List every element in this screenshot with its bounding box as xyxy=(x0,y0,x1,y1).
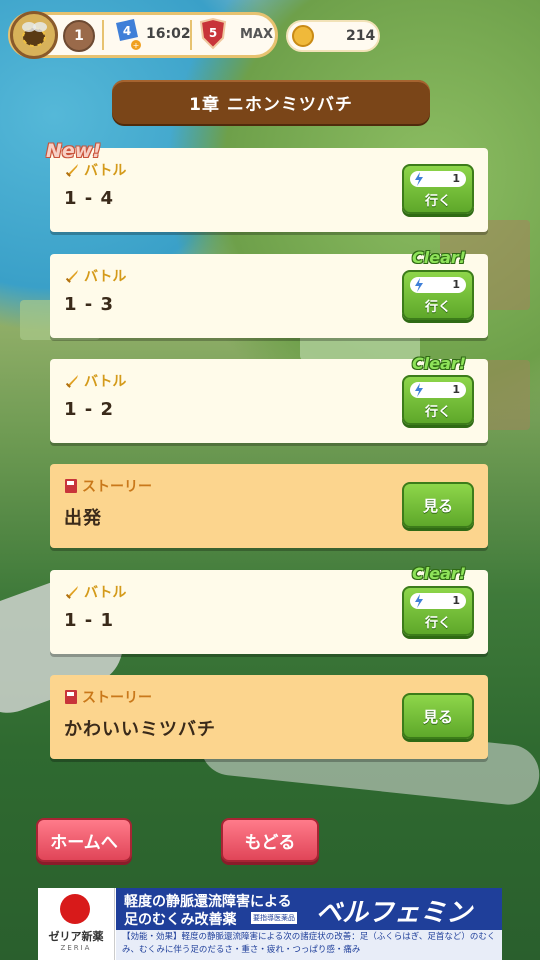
clear-badge: Clear! xyxy=(412,354,467,373)
ad-company-sub: ZERIA xyxy=(60,944,92,952)
story-card[interactable]: ストーリー 出発 見る xyxy=(50,464,488,548)
lightning-icon xyxy=(415,172,423,186)
card-title: 1 - 2 xyxy=(64,399,115,420)
go-button[interactable]: 1 行く xyxy=(402,164,474,214)
hud-divider xyxy=(190,20,192,50)
card-type-label: ストーリー xyxy=(82,690,152,706)
lightning-icon: 4 + xyxy=(116,19,141,50)
go-button[interactable]: 1 行く xyxy=(402,586,474,636)
card-type-label: バトル xyxy=(84,269,127,285)
see-button[interactable]: 見る xyxy=(402,482,474,528)
bee-avatar-icon[interactable] xyxy=(10,11,58,59)
card-title: 1 - 3 xyxy=(64,294,115,315)
svg-text:4: 4 xyxy=(123,24,131,38)
lightning-icon xyxy=(415,594,423,608)
sword-icon xyxy=(65,164,78,177)
shield-icon: 5 xyxy=(199,18,227,50)
ad-description: 【効能・効果】軽度の静脈還流障害による次の諸症状の改善：足（ふくらはぎ、足首など… xyxy=(116,930,502,960)
story-card[interactable]: ストーリー かわいいミツバチ 見る xyxy=(50,675,488,759)
player-level: 1 xyxy=(63,20,95,52)
clear-badge: Clear! xyxy=(412,248,467,267)
go-label: 行く xyxy=(424,300,451,315)
chapter-title: 1章 ニホンミツバチ xyxy=(112,80,430,124)
ad-logo: ゼリア新薬 ZERIA xyxy=(38,888,115,960)
back-button[interactable]: もどる xyxy=(221,818,319,862)
stamina-cost: 1 xyxy=(452,594,460,607)
card-title: 1 - 4 xyxy=(64,188,115,209)
ad-headline: 足のむくみ改善薬 xyxy=(124,912,237,928)
ad-brand: ベルフェミン xyxy=(316,898,473,928)
ad-tag: 要指導医薬品 xyxy=(251,912,297,924)
stamina-cost: 1 xyxy=(452,278,460,291)
rank-status: MAX xyxy=(240,27,274,42)
svg-text:5: 5 xyxy=(209,26,217,40)
coin-amount: 214 xyxy=(346,28,376,44)
card-title: かわいいミツバチ xyxy=(64,719,216,740)
sword-icon xyxy=(65,375,78,388)
go-label: 行く xyxy=(424,616,451,631)
hud-divider xyxy=(102,20,104,50)
ad-banner[interactable]: ゼリア新薬 ZERIA 軽度の静脈還流障害による 足のむくみ改善薬 要指導医薬品… xyxy=(38,888,502,960)
new-badge: New! xyxy=(46,140,102,162)
book-icon xyxy=(65,690,77,704)
card-title: 出発 xyxy=(64,508,102,529)
go-label: 行く xyxy=(424,194,451,209)
lightning-icon xyxy=(415,383,423,397)
zeria-logo-icon xyxy=(60,894,90,924)
stamina-cost: 1 xyxy=(452,172,460,185)
svg-text:+: + xyxy=(133,41,140,50)
card-type-label: バトル xyxy=(84,374,127,390)
coin-icon xyxy=(292,25,314,47)
clear-badge: Clear! xyxy=(412,564,467,583)
go-label: 行く xyxy=(424,405,451,420)
see-button[interactable]: 見る xyxy=(402,693,474,739)
card-title: 1 - 1 xyxy=(64,610,115,631)
sword-icon xyxy=(65,270,78,283)
ad-headline: 軽度の静脈還流障害による xyxy=(124,894,292,910)
go-button[interactable]: 1 行く xyxy=(402,270,474,320)
card-type-label: バトル xyxy=(84,163,127,179)
book-icon xyxy=(65,479,77,493)
card-type-label: バトル xyxy=(84,585,127,601)
ad-content: 軽度の静脈還流障害による 足のむくみ改善薬 要指導医薬品 ベルフェミン 【効能・… xyxy=(116,888,502,960)
stage-card[interactable]: バトル 1 - 4 1 行く xyxy=(50,148,488,232)
stamina-cost: 1 xyxy=(452,383,460,396)
card-type-label: ストーリー xyxy=(82,479,152,495)
go-button[interactable]: 1 行く xyxy=(402,375,474,425)
home-button[interactable]: ホームへ xyxy=(36,818,132,862)
ad-company-name: ゼリア新薬 xyxy=(48,930,104,943)
sword-icon xyxy=(65,586,78,599)
lightning-icon xyxy=(415,278,423,292)
stamina-timer: 16:02 xyxy=(146,26,191,42)
